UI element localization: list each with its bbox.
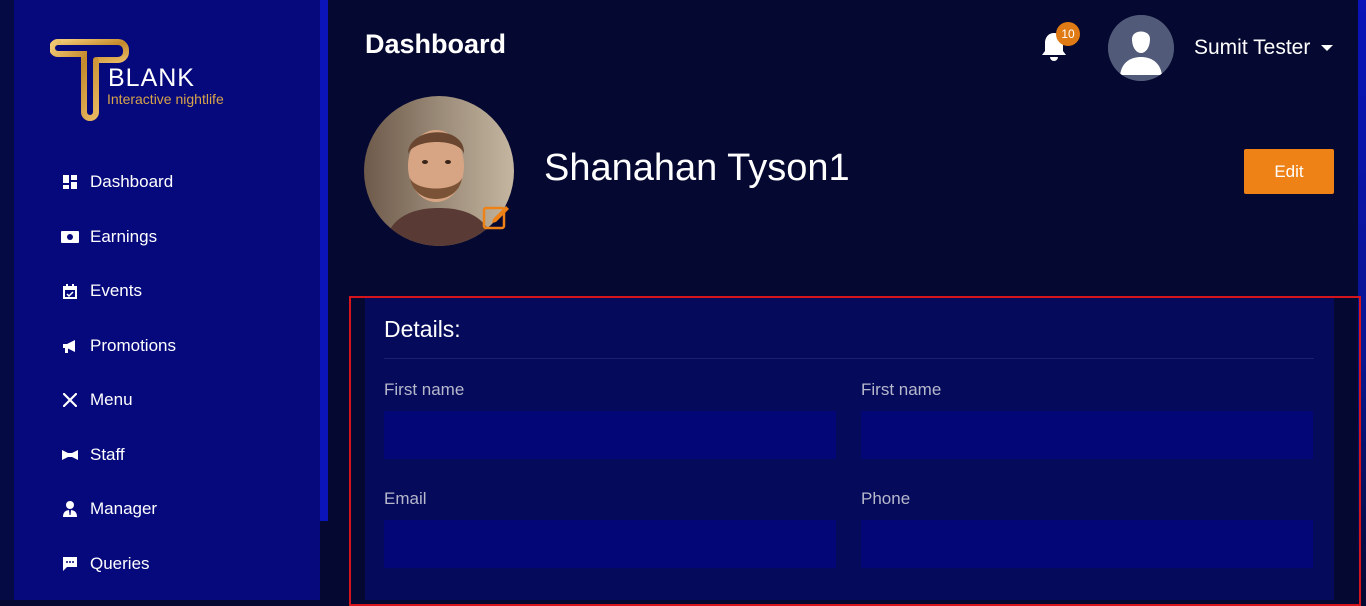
sidebar-item-label: Queries bbox=[90, 554, 150, 573]
notification-badge: 10 bbox=[1056, 22, 1080, 46]
chevron-down-icon[interactable] bbox=[1321, 45, 1333, 51]
first-name-field[interactable] bbox=[384, 411, 836, 459]
last-name-field[interactable] bbox=[861, 411, 1313, 459]
phone-field[interactable] bbox=[861, 520, 1313, 568]
user-menu-name[interactable]: Sumit Tester bbox=[1194, 36, 1310, 60]
sidebar-scrollbar[interactable] bbox=[320, 0, 328, 521]
chat-icon bbox=[60, 554, 80, 574]
sidebar-item-queries[interactable]: Queries bbox=[60, 549, 310, 579]
calendar-icon bbox=[60, 281, 80, 301]
brand-name: BLANK bbox=[108, 64, 195, 92]
sidebar-item-manager[interactable]: Manager bbox=[60, 494, 310, 524]
sidebar-item-label: Promotions bbox=[90, 336, 176, 355]
sidebar-item-earnings[interactable]: Earnings bbox=[60, 222, 310, 252]
user-silhouette-icon bbox=[1108, 15, 1174, 81]
first-name-label: First name bbox=[384, 380, 465, 399]
brand-tagline: Interactive nightlife bbox=[107, 91, 224, 107]
sidebar-item-dashboard[interactable]: Dashboard bbox=[60, 167, 310, 197]
sidebar-margin bbox=[0, 0, 14, 600]
bowtie-icon bbox=[60, 445, 80, 465]
email-label: Email bbox=[384, 489, 427, 508]
sidebar-item-label: Staff bbox=[90, 445, 125, 464]
user-avatar[interactable] bbox=[1108, 15, 1174, 81]
page-title: Dashboard bbox=[365, 29, 507, 59]
profile-name: Shanahan Tyson1 bbox=[544, 147, 850, 189]
edit-photo-icon[interactable] bbox=[481, 201, 511, 231]
sidebar-item-promotions[interactable]: Promotions bbox=[60, 331, 310, 361]
divider bbox=[384, 358, 1314, 359]
details-title: Details: bbox=[384, 316, 461, 342]
sidebar-item-label: Menu bbox=[90, 390, 133, 409]
sidebar-item-label: Dashboard bbox=[90, 172, 174, 191]
sidebar-item-staff[interactable]: Staff bbox=[60, 440, 310, 470]
user-tie-icon bbox=[60, 499, 80, 519]
last-name-label: First name bbox=[861, 380, 942, 399]
utensils-icon bbox=[60, 390, 80, 410]
megaphone-icon bbox=[60, 336, 80, 356]
sidebar-item-label: Events bbox=[90, 281, 142, 300]
email-field[interactable] bbox=[384, 520, 836, 568]
sidebar-item-events[interactable]: Events bbox=[60, 276, 310, 306]
sidebar-item-label: Earnings bbox=[90, 227, 158, 246]
dashboard-icon bbox=[60, 172, 80, 192]
sidebar-item-label: Manager bbox=[90, 499, 158, 518]
edit-button[interactable]: Edit bbox=[1244, 149, 1334, 194]
money-icon bbox=[60, 227, 80, 247]
sidebar-item-menu[interactable]: Menu bbox=[60, 385, 310, 415]
phone-label: Phone bbox=[861, 489, 911, 508]
